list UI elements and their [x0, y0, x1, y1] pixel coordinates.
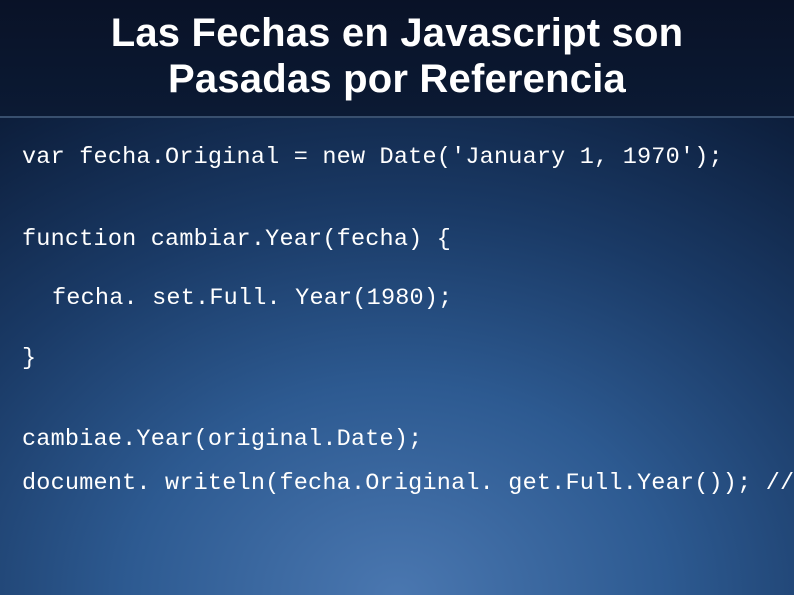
code-line-3: fecha. set.Full. Year(1980); [22, 287, 772, 311]
code-line-6: document. writeln(fecha.Original. get.Fu… [22, 472, 772, 496]
code-line-1: var fecha.Original = new Date('January 1… [22, 146, 772, 170]
code-line-2: function cambiar.Year(fecha) { [22, 228, 772, 252]
code-line-4: } [22, 347, 772, 371]
title-container: Las Fechas en Javascript son Pasadas por… [0, 0, 794, 118]
code-block: var fecha.Original = new Date('January 1… [0, 118, 794, 495]
code-line-5: cambiae.Year(original.Date); [22, 428, 772, 452]
slide-title: Las Fechas en Javascript son Pasadas por… [70, 10, 724, 102]
